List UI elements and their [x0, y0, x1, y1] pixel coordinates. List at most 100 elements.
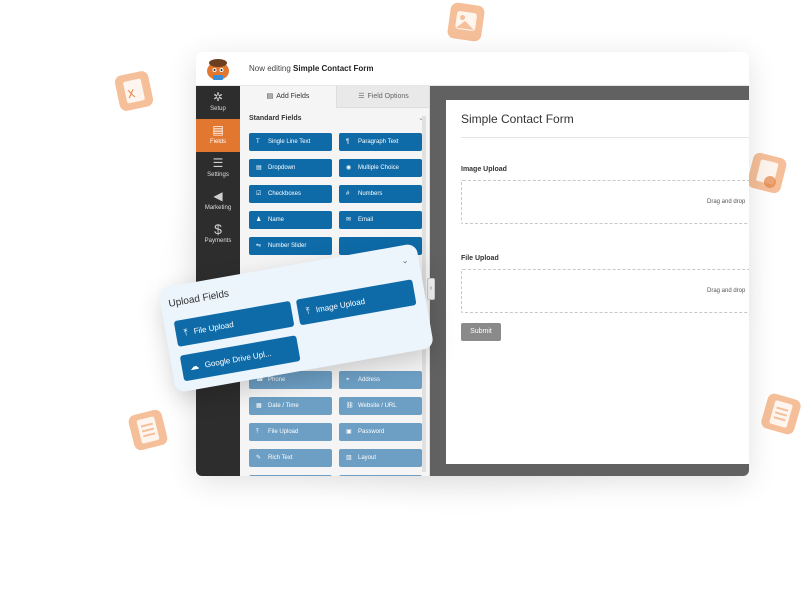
field-button-rich-text[interactable]: ✎ Rich Text	[249, 449, 332, 467]
button-label: File Upload	[192, 319, 235, 336]
field-label: Website / URL	[358, 403, 397, 409]
form-title: Simple Contact Form	[461, 112, 574, 126]
form-name: Simple Contact Form	[293, 64, 374, 73]
checkbox-icon: ☑	[256, 191, 262, 197]
nav-item-settings[interactable]: ☰ Settings	[196, 152, 240, 185]
sliders-icon: ☰	[358, 93, 365, 100]
field-button-layout[interactable]: ▥ Layout	[339, 449, 422, 467]
button-label: Image Upload	[315, 296, 366, 315]
field-button-dropdown[interactable]: ▤ Dropdown	[249, 159, 332, 177]
gear-icon: ✲	[212, 90, 224, 104]
panel-tabs: ▤ Add Fields ☰ Field Options	[240, 86, 429, 108]
image-upload-label: Image Upload	[461, 166, 507, 173]
field-button-multiple-choice[interactable]: ◉ Multiple Choice	[339, 159, 422, 177]
editing-prefix: Now editing	[249, 64, 291, 73]
tab-label: Field Options	[367, 93, 409, 100]
field-button-password[interactable]: ▣ Password	[339, 423, 422, 441]
field-button-single-line-text[interactable]: T Single Line Text	[249, 133, 332, 151]
builder-window: Now editing Simple Contact Form ✲ Setup …	[196, 52, 749, 476]
link-icon: ⛓	[346, 403, 354, 409]
upload-icon: ⤒	[256, 429, 259, 435]
stage: X Now editing Simple Contact Form ✲ Setu…	[0, 0, 804, 594]
layout-icon: ▥	[346, 455, 352, 461]
nav-label: Fields	[209, 139, 226, 145]
field-button-name[interactable]: ♟ Name	[249, 211, 332, 229]
user-icon: ♟	[256, 217, 262, 223]
field-label: Multiple Choice	[358, 165, 400, 171]
field-label: Date / Time	[268, 403, 299, 409]
hash-icon: #	[346, 191, 350, 197]
paragraph-icon: ¶	[346, 139, 350, 145]
document-file-icon	[746, 151, 788, 195]
chevron-left-icon: ‹	[429, 285, 433, 292]
file-upload-dropzone[interactable]: Drag and drop	[461, 269, 749, 313]
upload-icon: ⤒	[305, 305, 311, 317]
upload-icon: ⤒	[182, 327, 189, 338]
field-button-partial[interactable]	[339, 475, 422, 476]
field-label: Checkboxes	[268, 191, 302, 197]
radio-icon: ◉	[346, 165, 352, 171]
chevron-down-icon[interactable]: ⌄	[400, 255, 409, 267]
nav-label: Settings	[207, 172, 229, 178]
now-editing-label: Now editing Simple Contact Form	[249, 64, 374, 73]
tab-label: Add Fields	[276, 93, 310, 100]
form-preview-card: Simple Contact Form Image Upload Drag an…	[446, 100, 749, 464]
spreadsheet-file-icon: X	[113, 69, 155, 113]
lock-icon: ▣	[346, 429, 352, 435]
nav-item-payments[interactable]: $ Payments	[196, 218, 240, 251]
standard-fields-header[interactable]: Standard Fields ⌄	[249, 115, 424, 122]
slider-icon: ⇋	[256, 243, 262, 249]
field-button-website-url[interactable]: ⛓ Website / URL	[339, 397, 422, 415]
upload-fields-title: Upload Fields	[167, 288, 230, 310]
field-button-number-slider[interactable]: ⇋ Number Slider	[249, 237, 332, 255]
field-label: Password	[358, 429, 385, 435]
field-button-checkboxes[interactable]: ☑ Checkboxes	[249, 185, 332, 203]
cloud-upload-icon: ☁	[189, 360, 200, 373]
field-button-date-time[interactable]: ▦ Date / Time	[249, 397, 332, 415]
field-label: Single Line Text	[268, 139, 311, 145]
submit-button[interactable]: Submit	[461, 323, 501, 341]
envelope-icon: ✉	[346, 217, 352, 223]
edit-icon: ✎	[256, 455, 262, 461]
list-icon: ▤	[266, 93, 274, 100]
field-label: File Upload	[268, 429, 299, 435]
button-label: Google Drive Upl...	[204, 348, 273, 370]
field-label: Phone	[268, 377, 286, 383]
image-file-icon	[446, 1, 486, 43]
field-label: Layout	[358, 455, 377, 461]
nav-item-fields[interactable]: ▤ Fields	[196, 119, 240, 152]
field-button-address[interactable]: ⌖ Address	[339, 371, 422, 389]
upload-card-image-upload-button[interactable]: ⤒ Image Upload	[295, 279, 417, 326]
file-upload-label: File Upload	[461, 255, 499, 262]
dollar-icon: $	[214, 221, 222, 237]
tab-add-fields[interactable]: ▤ Add Fields	[240, 86, 336, 108]
dropzone-text: Drag and drop	[707, 199, 746, 205]
nav-item-setup[interactable]: ✲ Setup	[196, 86, 240, 119]
dropzone-text: Drag and drop	[707, 288, 746, 294]
top-bar: Now editing Simple Contact Form	[196, 52, 749, 86]
nav-item-marketing[interactable]: ◀ Marketing	[196, 185, 240, 218]
field-button-email[interactable]: ✉ Email	[339, 211, 422, 229]
field-label: Number Slider	[268, 243, 307, 249]
text-icon: T	[256, 139, 260, 145]
divider	[461, 137, 749, 138]
calendar-icon: ▦	[256, 403, 262, 409]
field-button-numbers[interactable]: # Numbers	[339, 185, 422, 203]
nav-label: Marketing	[204, 205, 232, 211]
field-button-file-upload[interactable]: ⤒ File Upload	[249, 423, 332, 441]
field-button-partial[interactable]	[249, 475, 332, 476]
nav-label: Setup	[210, 106, 226, 112]
field-label: Rich Text	[268, 455, 293, 461]
collapse-panel-handle[interactable]: ‹	[427, 278, 435, 300]
field-label: Dropdown	[268, 165, 296, 171]
megaphone-icon: ◀	[213, 189, 223, 203]
dropdown-icon: ▤	[256, 165, 262, 171]
wpforms-logo-icon	[203, 56, 233, 82]
nav-label: Payments	[204, 238, 232, 244]
image-upload-dropzone[interactable]: Drag and drop	[461, 180, 749, 224]
fields-icon: ▤	[212, 123, 224, 137]
tab-field-options[interactable]: ☰ Field Options	[336, 86, 429, 108]
field-label: Paragraph Text	[358, 139, 399, 145]
field-button-paragraph-text[interactable]: ¶ Paragraph Text	[339, 133, 422, 151]
field-label: Email	[358, 217, 374, 223]
